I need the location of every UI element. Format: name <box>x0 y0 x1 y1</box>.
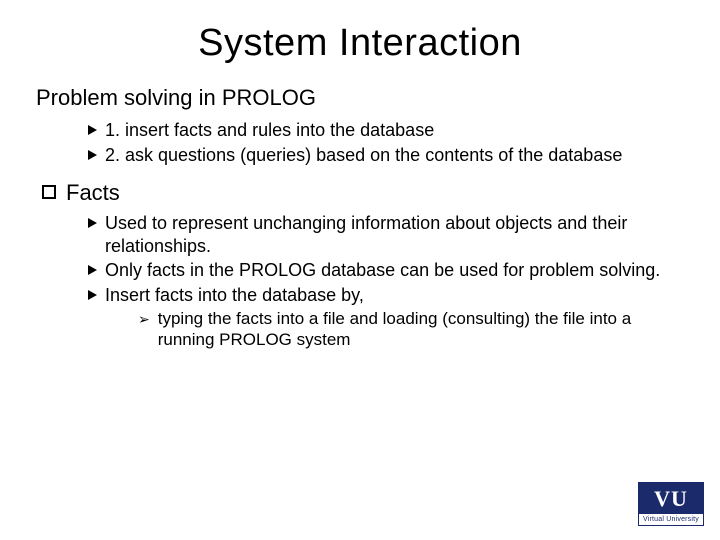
square-bullet-icon <box>42 185 56 199</box>
subbullet-text: typing the facts into a file and loading… <box>158 308 684 351</box>
slide: System Interaction Problem solving in PR… <box>0 0 720 540</box>
section1-heading: Problem solving in PROLOG <box>36 85 684 111</box>
sub-list-item: ➢ typing the facts into a file and loadi… <box>138 308 684 351</box>
bullet-text: Only facts in the PROLOG database can be… <box>105 259 660 282</box>
bullet-text: Used to represent unchanging information… <box>105 212 684 257</box>
bullet-text: 2. ask questions (queries) based on the … <box>105 144 622 167</box>
chevron-bullet-icon: ➢ <box>138 311 150 328</box>
list-item: 2. ask questions (queries) based on the … <box>88 144 684 167</box>
triangle-bullet-icon <box>88 125 97 135</box>
triangle-bullet-icon <box>88 265 97 275</box>
logo-main-text: VU <box>639 483 703 514</box>
section2-heading-row: Facts <box>36 180 684 206</box>
list-item: Insert facts into the database by, <box>88 284 684 307</box>
bullet-text: Insert facts into the database by, <box>105 284 364 307</box>
logo-sub-text: Virtual University <box>639 514 703 525</box>
vu-logo: VU Virtual University <box>638 482 704 526</box>
triangle-bullet-icon <box>88 150 97 160</box>
list-item: Used to represent unchanging information… <box>88 212 684 257</box>
bullet-text: 1. insert facts and rules into the datab… <box>105 119 434 142</box>
list-item: Only facts in the PROLOG database can be… <box>88 259 684 282</box>
triangle-bullet-icon <box>88 218 97 228</box>
slide-title: System Interaction <box>0 0 720 65</box>
slide-content: Problem solving in PROLOG 1. insert fact… <box>0 65 720 351</box>
list-item: 1. insert facts and rules into the datab… <box>88 119 684 142</box>
section2-heading: Facts <box>66 180 120 206</box>
triangle-bullet-icon <box>88 290 97 300</box>
